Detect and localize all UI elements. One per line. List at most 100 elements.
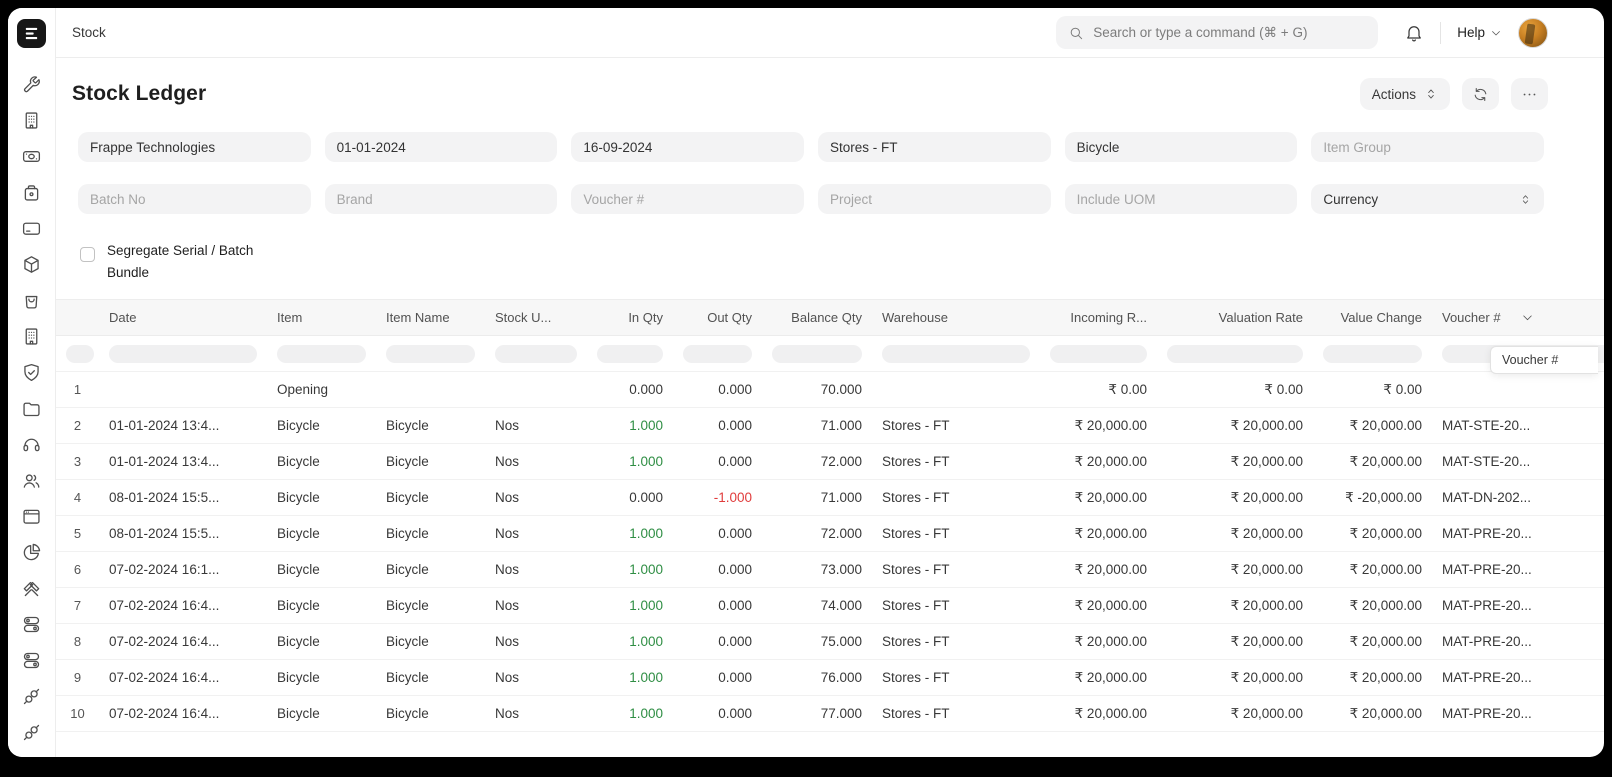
actions-button[interactable]: Actions bbox=[1360, 78, 1450, 110]
column-header-in_qty[interactable]: In Qty bbox=[587, 300, 673, 336]
column-header-out_qty[interactable]: Out Qty bbox=[673, 300, 762, 336]
cell-uom[interactable]: Nos bbox=[485, 516, 587, 552]
column-header-idx[interactable] bbox=[56, 300, 99, 336]
cell-valuation[interactable]: ₹ 0.00 bbox=[1157, 372, 1313, 408]
cell-voucher[interactable]: MAT-STE-20... bbox=[1432, 444, 1604, 480]
cell-incoming[interactable]: ₹ 20,000.00 bbox=[1040, 588, 1157, 624]
cell-valuation[interactable]: ₹ 20,000.00 bbox=[1157, 480, 1313, 516]
cell-uom[interactable]: Nos bbox=[485, 660, 587, 696]
cell-incoming[interactable]: ₹ 20,000.00 bbox=[1040, 516, 1157, 552]
cell-valuation[interactable]: ₹ 20,000.00 bbox=[1157, 660, 1313, 696]
filter-brand[interactable]: Brand bbox=[325, 184, 558, 214]
pie-chart-icon[interactable] bbox=[21, 542, 42, 563]
cell-incoming[interactable]: ₹ 20,000.00 bbox=[1040, 444, 1157, 480]
shield-check-icon[interactable] bbox=[21, 362, 42, 383]
cell-warehouse[interactable]: Stores - FT bbox=[872, 552, 1040, 588]
cell-date[interactable]: 01-01-2024 13:4... bbox=[99, 408, 267, 444]
cell-voucher[interactable]: MAT-PRE-20... bbox=[1432, 552, 1604, 588]
cell-idx[interactable]: 3 bbox=[56, 444, 99, 480]
cell-item_name[interactable]: Bicycle bbox=[376, 660, 485, 696]
filter-warehouse[interactable]: Stores - FT bbox=[818, 132, 1051, 162]
cell-valuation[interactable]: ₹ 20,000.00 bbox=[1157, 516, 1313, 552]
shopping-bag-icon[interactable] bbox=[21, 290, 42, 311]
cell-warehouse[interactable]: Stores - FT bbox=[872, 696, 1040, 732]
cell-in_qty[interactable]: 1.000 bbox=[587, 552, 673, 588]
cell-date[interactable] bbox=[99, 372, 267, 408]
filter-to-date[interactable]: 16-09-2024 bbox=[571, 132, 804, 162]
cell-item_name[interactable]: Bicycle bbox=[376, 516, 485, 552]
cell-item_name[interactable]: Bicycle bbox=[376, 552, 485, 588]
column-header-item_name[interactable]: Item Name bbox=[376, 300, 485, 336]
cell-warehouse[interactable]: Stores - FT bbox=[872, 516, 1040, 552]
cell-value_change[interactable]: ₹ 20,000.00 bbox=[1313, 696, 1432, 732]
cell-item_name[interactable] bbox=[376, 372, 485, 408]
card-icon[interactable] bbox=[21, 218, 42, 239]
cell-item_name[interactable]: Bicycle bbox=[376, 480, 485, 516]
cell-in_qty[interactable]: 1.000 bbox=[587, 696, 673, 732]
notifications-bell-icon[interactable] bbox=[1404, 23, 1424, 43]
segregate-serial-batch-checkbox[interactable]: Segregate Serial / Batch Bundle bbox=[80, 240, 300, 283]
cell-value_change[interactable]: ₹ 0.00 bbox=[1313, 372, 1432, 408]
column-filter-input-incoming[interactable] bbox=[1050, 345, 1147, 363]
toggles-icon[interactable] bbox=[21, 614, 42, 635]
cell-valuation[interactable]: ₹ 20,000.00 bbox=[1157, 624, 1313, 660]
cell-idx[interactable]: 7 bbox=[56, 588, 99, 624]
cell-voucher[interactable]: MAT-DN-202... bbox=[1432, 480, 1604, 516]
cell-incoming[interactable]: ₹ 20,000.00 bbox=[1040, 660, 1157, 696]
cell-warehouse[interactable]: Stores - FT bbox=[872, 624, 1040, 660]
cell-valuation[interactable]: ₹ 20,000.00 bbox=[1157, 552, 1313, 588]
stock-icon[interactable] bbox=[21, 182, 42, 203]
cell-out_qty[interactable]: 0.000 bbox=[673, 696, 762, 732]
column-filter-input-uom[interactable] bbox=[495, 345, 577, 363]
cell-idx[interactable]: 4 bbox=[56, 480, 99, 516]
cell-incoming[interactable]: ₹ 20,000.00 bbox=[1040, 480, 1157, 516]
column-filter-input-in_qty[interactable] bbox=[597, 345, 663, 363]
cell-voucher[interactable]: MAT-STE-20... bbox=[1432, 408, 1604, 444]
cell-balance[interactable]: 75.000 bbox=[762, 624, 872, 660]
cell-out_qty[interactable]: 0.000 bbox=[673, 588, 762, 624]
package-icon[interactable] bbox=[21, 254, 42, 275]
cell-warehouse[interactable]: Stores - FT bbox=[872, 660, 1040, 696]
filter-item[interactable]: Bicycle bbox=[1065, 132, 1298, 162]
cell-incoming[interactable]: ₹ 20,000.00 bbox=[1040, 696, 1157, 732]
cell-in_qty[interactable]: 1.000 bbox=[587, 516, 673, 552]
cell-in_qty[interactable]: 1.000 bbox=[587, 660, 673, 696]
search-input[interactable] bbox=[1093, 25, 1366, 40]
cell-item_name[interactable]: Bicycle bbox=[376, 588, 485, 624]
cell-in_qty[interactable]: 0.000 bbox=[587, 480, 673, 516]
filter-voucher-no[interactable]: Voucher # bbox=[571, 184, 804, 214]
cell-incoming[interactable]: ₹ 20,000.00 bbox=[1040, 408, 1157, 444]
cell-item[interactable]: Bicycle bbox=[267, 660, 376, 696]
cell-out_qty[interactable]: 0.000 bbox=[673, 444, 762, 480]
filter-include-uom[interactable]: Include UOM bbox=[1065, 184, 1298, 214]
global-search[interactable] bbox=[1056, 16, 1378, 49]
cell-warehouse[interactable]: Stores - FT bbox=[872, 588, 1040, 624]
cell-voucher[interactable]: MAT-PRE-20... bbox=[1432, 588, 1604, 624]
filter-currency[interactable]: Currency bbox=[1311, 184, 1544, 214]
plug-alt-icon[interactable] bbox=[21, 722, 42, 743]
column-filter-input-value_change[interactable] bbox=[1323, 345, 1422, 363]
cell-uom[interactable]: Nos bbox=[485, 588, 587, 624]
tools-icon[interactable] bbox=[21, 74, 42, 95]
cell-balance[interactable]: 73.000 bbox=[762, 552, 872, 588]
plug-icon[interactable] bbox=[21, 686, 42, 707]
cell-item[interactable]: Bicycle bbox=[267, 480, 376, 516]
cell-balance[interactable]: 76.000 bbox=[762, 660, 872, 696]
toggles-alt-icon[interactable] bbox=[21, 650, 42, 671]
cell-date[interactable]: 07-02-2024 16:4... bbox=[99, 624, 267, 660]
building-alt-icon[interactable] bbox=[21, 326, 42, 347]
cell-item_name[interactable]: Bicycle bbox=[376, 444, 485, 480]
filter-item-group[interactable]: Item Group bbox=[1311, 132, 1544, 162]
cell-in_qty[interactable]: 1.000 bbox=[587, 624, 673, 660]
cell-incoming[interactable]: ₹ 20,000.00 bbox=[1040, 624, 1157, 660]
filter-batch-no[interactable]: Batch No bbox=[78, 184, 311, 214]
cell-item[interactable]: Bicycle bbox=[267, 552, 376, 588]
cell-item[interactable]: Bicycle bbox=[267, 696, 376, 732]
cell-date[interactable]: 01-01-2024 13:4... bbox=[99, 444, 267, 480]
payments-icon[interactable] bbox=[21, 146, 42, 167]
cell-voucher[interactable] bbox=[1432, 372, 1604, 408]
cell-idx[interactable]: 6 bbox=[56, 552, 99, 588]
filter-project[interactable]: Project bbox=[818, 184, 1051, 214]
cell-value_change[interactable]: ₹ 20,000.00 bbox=[1313, 516, 1432, 552]
cell-date[interactable]: 07-02-2024 16:1... bbox=[99, 552, 267, 588]
